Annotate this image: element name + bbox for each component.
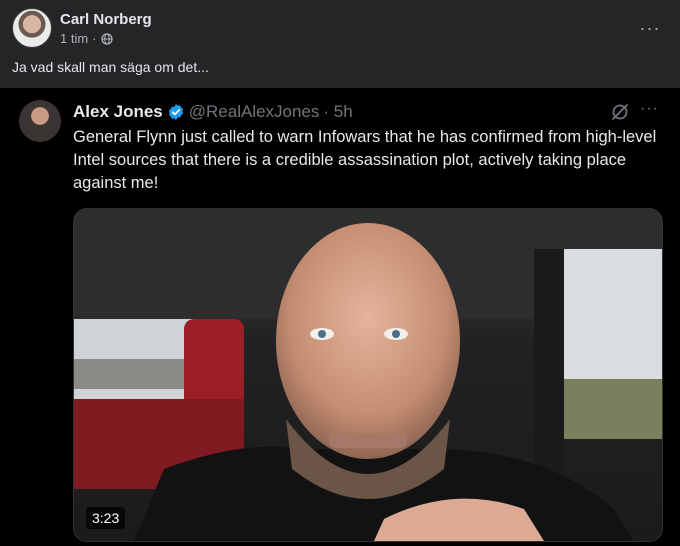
- post-header: Carl Norberg 1 tim · ···: [0, 0, 680, 56]
- video-frame: [74, 209, 662, 541]
- post-meta: 1 tim ·: [60, 31, 113, 46]
- post-time[interactable]: 1 tim: [60, 31, 88, 46]
- tweet-video[interactable]: 3:23: [73, 208, 663, 542]
- tweet-header: Alex Jones @RealAlexJones · 5h: [73, 102, 353, 122]
- tweet-embed[interactable]: Alex Jones @RealAlexJones · 5h ··· Gener…: [0, 88, 680, 546]
- tweet-text: General Flynn just called to warn Infowa…: [73, 128, 657, 192]
- tweet-time[interactable]: · 5h: [323, 102, 352, 122]
- grok-icon[interactable]: [610, 102, 630, 122]
- globe-icon: [100, 32, 113, 45]
- meta-separator: ·: [92, 31, 97, 46]
- tweet-handle[interactable]: @RealAlexJones: [189, 102, 320, 122]
- tweet-avatar[interactable]: [19, 100, 61, 142]
- verified-icon: [168, 104, 183, 120]
- more-options-button[interactable]: ···: [636, 14, 664, 42]
- tweet-more-button[interactable]: ···: [640, 100, 659, 118]
- tweet-author-name[interactable]: Alex Jones: [73, 102, 163, 122]
- author-name[interactable]: Carl Norberg: [60, 11, 152, 28]
- author-avatar[interactable]: [12, 8, 52, 48]
- video-duration-badge: 3:23: [86, 507, 126, 529]
- post-text: Ja vad skall man säga om det...: [12, 59, 209, 75]
